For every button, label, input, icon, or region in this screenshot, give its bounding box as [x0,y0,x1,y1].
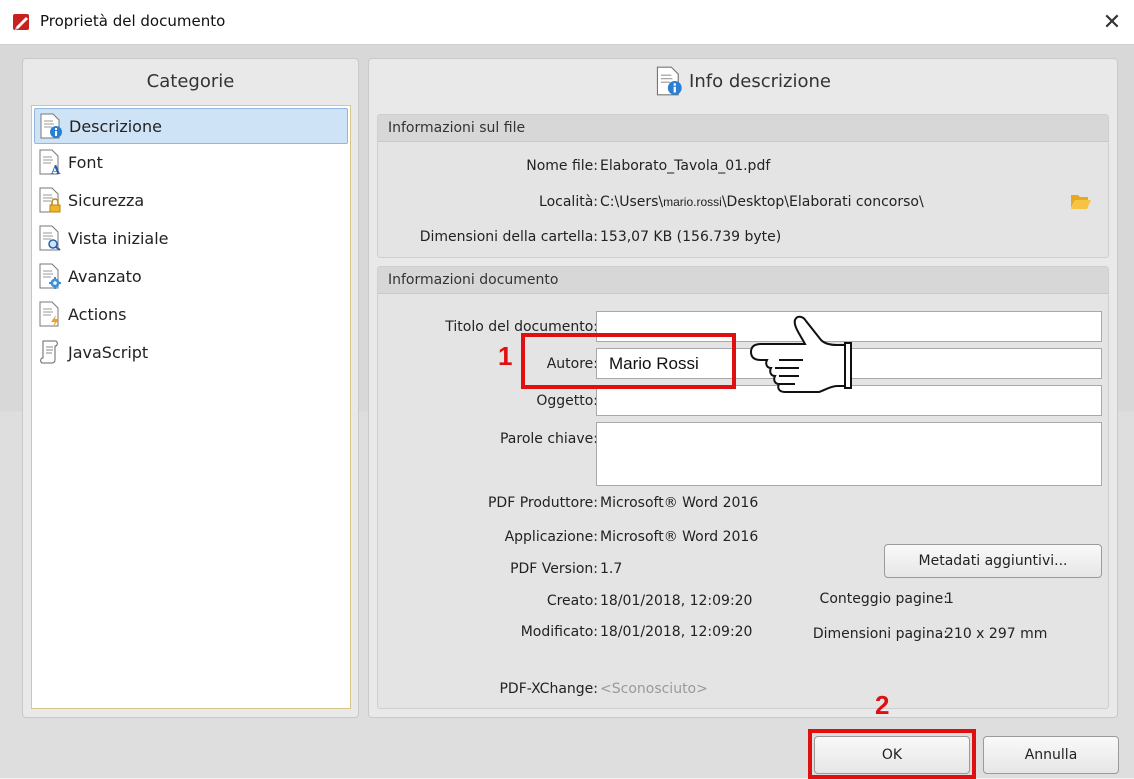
category-list: Descrizione A Font Sicurezza Vista inizi… [31,105,351,709]
file-info-title: Informazioni sul file [378,115,1108,142]
size-value: 153,07 KB (156.739 byte) [600,229,782,245]
created-label: Creato: [546,593,598,609]
pdf-version-value: 1.7 [600,561,623,577]
file-info-group: Informazioni sul file Nome file: Elabora… [377,114,1109,258]
category-label: Actions [68,304,127,324]
keywords-label: Parole chiave: [499,431,598,447]
filename-label: Nome file: [526,158,598,174]
folder-open-icon[interactable] [1070,192,1092,210]
pdf-xchange-value: <Sconosciuto> [600,681,708,697]
doc-info-icon [39,113,63,139]
category-item-javascript[interactable]: JavaScript [34,335,346,369]
doc-action-icon [38,301,62,327]
annotation-number-1: 1 [498,341,513,371]
page-count-label: Conteggio pagine: [819,591,948,607]
category-label: Vista iniziale [68,228,169,248]
doc-info-icon [656,66,682,96]
category-label: Descrizione [69,116,162,136]
categories-header: Categorie [146,70,235,92]
category-label: JavaScript [68,342,149,362]
location-value: C:\Users\mario.rossi\Desktop\Elaborati c… [600,194,924,210]
title-bar: Proprietà del documento ✕ [0,0,1134,45]
annotation-number-2: 2 [875,690,890,720]
page-size-label: Dimensioni pagina: [812,626,948,642]
category-item-vista-iniziale[interactable]: Vista iniziale [34,221,346,255]
window-title: Proprietà del documento [40,12,226,30]
additional-metadata-button[interactable]: Metadati aggiuntivi... [884,544,1102,578]
category-label: Font [68,152,103,172]
page-count-value: 1 [945,591,954,607]
category-item-avanzato[interactable]: Avanzato [34,259,346,293]
author-highlight-box [521,333,736,389]
info-panel: Info descrizione Informazioni sul file N… [368,58,1118,718]
application-value: Microsoft® Word 2016 [600,529,759,545]
created-value: 18/01/2018, 12:09:20 [600,593,753,609]
category-item-sicurezza[interactable]: Sicurezza [34,183,346,217]
subject-label: Oggetto: [536,393,598,409]
cancel-button[interactable]: Annulla [983,736,1119,774]
info-header: Info descrizione [369,59,1117,103]
category-label: Sicurezza [68,190,145,210]
producer-value: Microsoft® Word 2016 [600,495,759,511]
size-label: Dimensioni della cartella: [419,229,598,245]
categories-panel: Categorie Descrizione A Font Sicurezza V… [22,58,359,718]
location-label: Località: [539,194,598,210]
doc-gear-icon [38,263,62,289]
modified-label: Modificato: [520,624,598,640]
pdf-app-icon [13,14,29,30]
pdf-xchange-label: PDF-XChange: [499,681,598,697]
info-header-text: Info descrizione [689,70,831,92]
doc-lock-icon [38,187,62,213]
pdf-version-label: PDF Version: [510,561,598,577]
document-info-group: Informazioni documento Titolo del docume… [377,266,1109,709]
doc-view-icon [38,225,62,251]
ok-highlight-box [808,729,976,779]
category-item-descrizione[interactable]: Descrizione [34,108,348,144]
modified-value: 18/01/2018, 12:09:20 [600,624,753,640]
category-item-font[interactable]: A Font [34,145,346,179]
category-label: Avanzato [68,266,142,286]
svg-text:A: A [50,163,61,175]
close-button[interactable]: ✕ [1090,0,1134,44]
application-label: Applicazione: [504,529,598,545]
document-info-title: Informazioni documento [378,267,1108,294]
producer-label: PDF Produttore: [487,495,598,511]
doc-font-icon: A [38,149,62,177]
category-item-actions[interactable]: Actions [34,297,346,331]
keywords-input[interactable] [596,422,1102,486]
script-icon [38,339,62,365]
filename-value: Elaborato_Tavola_01.pdf [600,158,771,174]
pointing-hand-icon [749,315,852,393]
page-size-value: 210 x 297 mm [945,626,1048,642]
